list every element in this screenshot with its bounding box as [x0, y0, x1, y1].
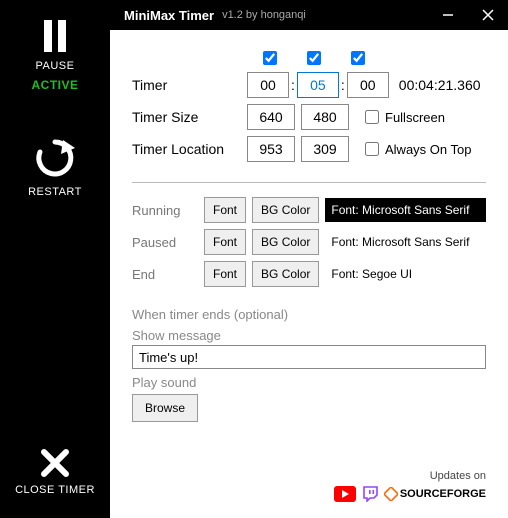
size-height-input[interactable]	[301, 104, 349, 130]
timer-seconds-input[interactable]	[347, 72, 389, 98]
location-y-input[interactable]	[301, 136, 349, 162]
browse-sound-button[interactable]: Browse	[132, 394, 198, 422]
elapsed-time: 00:04:21.360	[399, 77, 481, 93]
end-row: End Font BG Color Font: Segoe UI	[132, 261, 486, 287]
minutes-checkbox[interactable]	[307, 51, 321, 65]
close-label: CLOSE TIMER	[15, 484, 95, 496]
restart-label: RESTART	[28, 186, 82, 198]
ontop-checkbox[interactable]	[365, 142, 379, 156]
restart-button[interactable]: RESTART	[28, 136, 82, 198]
pause-icon	[40, 18, 70, 54]
timer-minutes-input[interactable]	[297, 72, 339, 98]
fullscreen-option[interactable]: Fullscreen	[361, 107, 445, 127]
twitch-icon[interactable]	[362, 486, 378, 502]
play-sound-label: Play sound	[132, 375, 486, 390]
location-label: Timer Location	[132, 141, 247, 157]
titlebar: MiniMax Timer v1.2 by honganqi	[110, 0, 508, 30]
timer-hours-input[interactable]	[247, 72, 289, 98]
close-icon	[40, 448, 70, 478]
close-timer-button[interactable]: CLOSE TIMER	[15, 448, 95, 496]
sourceforge-icon	[384, 487, 398, 501]
end-label: End	[132, 267, 204, 282]
restart-icon	[33, 136, 77, 180]
size-width-input[interactable]	[247, 104, 295, 130]
sourceforge-link[interactable]: SOURCEFORGE	[384, 487, 486, 501]
paused-row: Paused Font BG Color Font: Microsoft San…	[132, 229, 486, 255]
pause-button[interactable]: PAUSE ACTIVE	[31, 18, 78, 92]
end-message-input[interactable]	[132, 345, 486, 369]
close-icon	[482, 9, 494, 21]
window-close-button[interactable]	[468, 0, 508, 30]
time-unit-checks	[247, 48, 486, 68]
paused-label: Paused	[132, 235, 204, 250]
ontop-option[interactable]: Always On Top	[361, 139, 471, 159]
active-label: ACTIVE	[31, 78, 78, 92]
running-label: Running	[132, 203, 204, 218]
show-message-label: Show message	[132, 328, 486, 343]
fullscreen-checkbox[interactable]	[365, 110, 379, 124]
youtube-icon[interactable]	[334, 486, 356, 502]
app-title: MiniMax Timer	[124, 8, 214, 23]
running-bgcolor-button[interactable]: BG Color	[252, 197, 319, 223]
hours-checkbox[interactable]	[263, 51, 277, 65]
end-bgcolor-button[interactable]: BG Color	[252, 261, 319, 287]
running-font-button[interactable]: Font	[204, 197, 246, 223]
running-row: Running Font BG Color Font: Microsoft Sa…	[132, 197, 486, 223]
separator	[132, 182, 486, 183]
minimize-icon	[442, 9, 454, 21]
location-row: Timer Location Always On Top	[132, 136, 486, 162]
app-version: v1.2 by honganqi	[222, 9, 306, 21]
paused-bgcolor-button[interactable]: BG Color	[252, 229, 319, 255]
paused-font-display: Font: Microsoft Sans Serif	[325, 230, 486, 254]
content: Timer : : 00:04:21.360 Timer Size Fullsc…	[110, 30, 508, 518]
main-panel: MiniMax Timer v1.2 by honganqi Timer : :…	[110, 0, 508, 518]
end-section-header: When timer ends (optional)	[132, 307, 486, 322]
location-x-input[interactable]	[247, 136, 295, 162]
window-minimize-button[interactable]	[428, 0, 468, 30]
end-font-button[interactable]: Font	[204, 261, 246, 287]
timer-row: Timer : : 00:04:21.360	[132, 72, 486, 98]
running-font-display: Font: Microsoft Sans Serif	[325, 198, 486, 222]
size-row: Timer Size Fullscreen	[132, 104, 486, 130]
pause-label: PAUSE	[36, 60, 75, 72]
timer-label: Timer	[132, 77, 247, 93]
footer: Updates on SOURCEFORGE	[132, 470, 486, 508]
end-font-display: Font: Segoe UI	[325, 262, 486, 286]
sidebar: PAUSE ACTIVE RESTART CLOSE TIMER	[0, 0, 110, 518]
seconds-checkbox[interactable]	[351, 51, 365, 65]
updates-label: Updates on	[132, 470, 486, 482]
paused-font-button[interactable]: Font	[204, 229, 246, 255]
size-label: Timer Size	[132, 109, 247, 125]
